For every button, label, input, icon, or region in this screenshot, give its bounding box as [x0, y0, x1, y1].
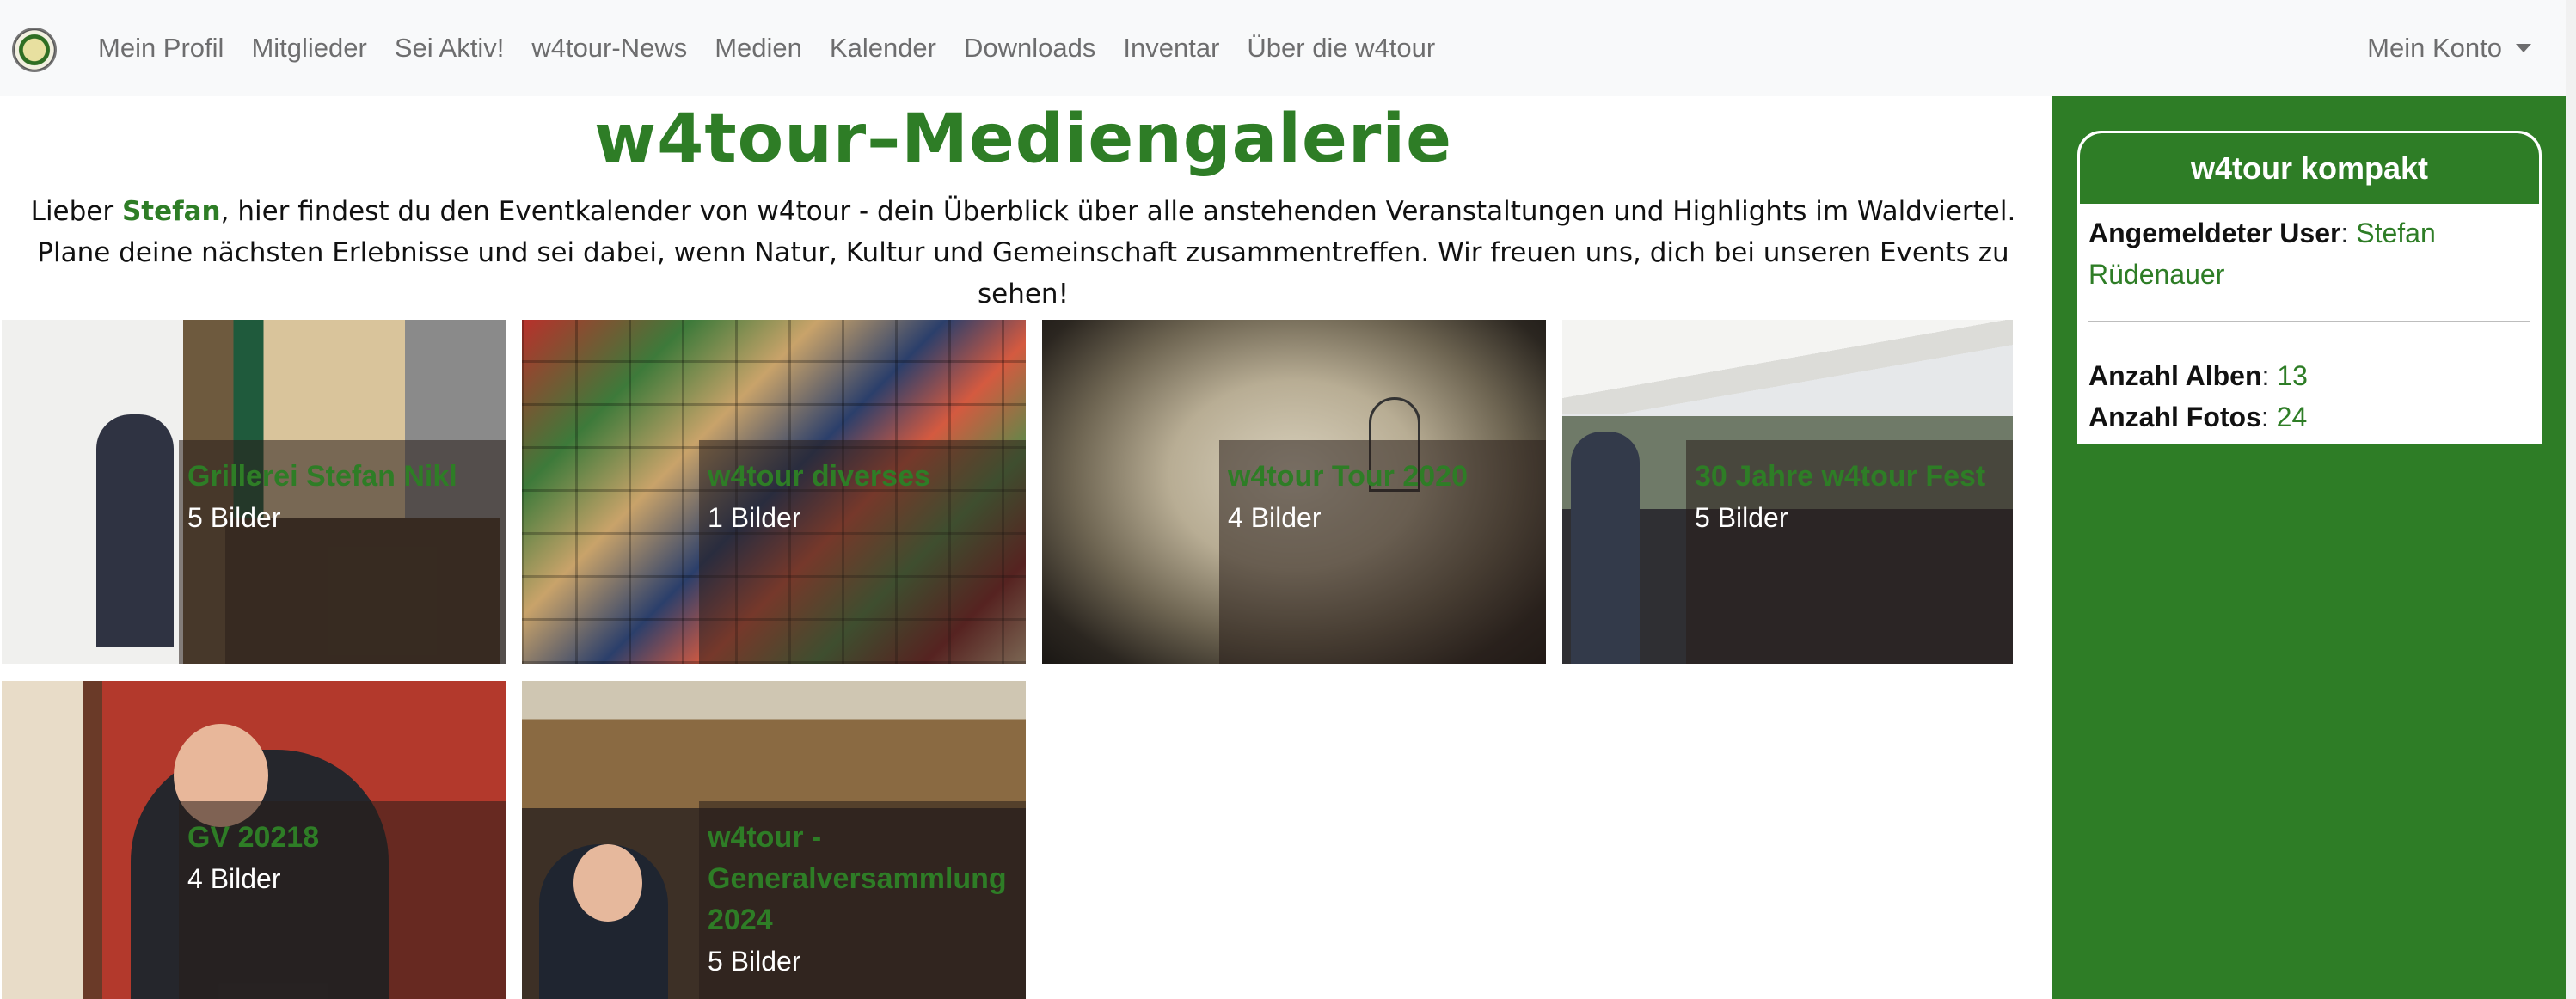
logged-in-user: Angemeldeter User: Stefan Rüdenauer	[2088, 212, 2530, 295]
account-dropdown[interactable]: Mein Konto	[2367, 0, 2531, 96]
user-label: Angemeldeter User	[2088, 218, 2341, 248]
intro-prefix: Lieber	[30, 196, 122, 227]
nav-item-medien[interactable]: Medien	[715, 33, 802, 64]
album-photo-count: 1 Bilder	[708, 502, 801, 533]
photos-value: 24	[2276, 401, 2308, 432]
album-card[interactable]: Grillerei Stefan Nikl 5 Bilder	[2, 320, 506, 664]
album-title[interactable]: GV 20218	[187, 817, 497, 858]
album-title[interactable]: 30 Jahre w4tour Fest	[1695, 456, 2004, 497]
nav-item-inventar[interactable]: Inventar	[1123, 33, 1219, 64]
navbar: Mein Profil Mitglieder Sei Aktiv! w4tour…	[0, 0, 2576, 96]
user-colon: :	[2340, 218, 2357, 248]
nav-item-sei-aktiv[interactable]: Sei Aktiv!	[395, 33, 505, 64]
nav-menu: Mein Profil Mitglieder Sei Aktiv! w4tour…	[98, 0, 1463, 96]
album-card[interactable]: 30 Jahre w4tour Fest 5 Bilder	[1562, 320, 2013, 664]
album-card[interactable]: w4tour Tour 2020 4 Bilder	[1042, 320, 1546, 664]
intro-user-name: Stefan	[121, 196, 221, 227]
page-title: w4tour–Mediengalerie	[594, 101, 1452, 178]
scrollbar[interactable]	[2566, 0, 2576, 999]
albums-value: 13	[2277, 360, 2308, 391]
albums-label: Anzahl Alben	[2088, 360, 2262, 391]
album-caption: 30 Jahre w4tour Fest 5 Bilder	[1686, 440, 2013, 664]
album-title[interactable]: w4tour Tour 2020	[1228, 456, 1537, 497]
summary-card-body: Angemeldeter User: Stefan Rüdenauer Anza…	[2080, 204, 2539, 438]
album-title[interactable]: Grillerei Stefan Nikl	[187, 456, 497, 497]
photos-colon: :	[2260, 401, 2277, 432]
album-caption: Grillerei Stefan Nikl 5 Bilder	[179, 440, 506, 664]
nav-item-mein-profil[interactable]: Mein Profil	[98, 33, 224, 64]
account-label: Mein Konto	[2367, 33, 2502, 63]
album-caption: w4tour diverses 1 Bilder	[699, 440, 1026, 664]
summary-card-header: w4tour kompakt	[2080, 133, 2539, 204]
album-photo-count: 4 Bilder	[187, 863, 281, 894]
albums-colon: :	[2261, 360, 2278, 391]
album-card[interactable]: w4tour diverses 1 Bilder	[522, 320, 1026, 664]
album-card[interactable]: w4tour - Generalversammlung 2024 5 Bilde…	[522, 681, 1026, 999]
photos-label: Anzahl Fotos	[2088, 401, 2261, 432]
nav-item-kalender[interactable]: Kalender	[830, 33, 936, 64]
divider	[2088, 321, 2530, 322]
summary-card: w4tour kompakt Angemeldeter User: Stefan…	[2077, 131, 2542, 444]
intro-text: Lieber Stefan, hier findest du den Event…	[17, 191, 2029, 315]
nav-item-downloads[interactable]: Downloads	[964, 33, 1095, 64]
intro-body: , hier findest du den Eventkalender von …	[37, 196, 2016, 310]
album-title[interactable]: w4tour - Generalversammlung 2024	[708, 817, 1017, 941]
album-caption: w4tour Tour 2020 4 Bilder	[1219, 440, 1546, 664]
album-caption: GV 20218 4 Bilder	[179, 801, 506, 999]
album-card[interactable]: GV 20218 4 Bilder	[2, 681, 506, 999]
album-photo-count: 5 Bilder	[1695, 502, 1788, 533]
photo-count-row: Anzahl Fotos: 24	[2088, 396, 2530, 438]
sidebar: w4tour kompakt Angemeldeter User: Stefan…	[2052, 96, 2566, 999]
album-count-row: Anzahl Alben: 13	[2088, 355, 2530, 396]
nav-item-mitglieder[interactable]: Mitglieder	[251, 33, 366, 64]
album-photo-count: 5 Bilder	[708, 946, 801, 977]
album-caption: w4tour - Generalversammlung 2024 5 Bilde…	[699, 801, 1026, 999]
w4tour-logo-icon[interactable]	[12, 28, 57, 72]
caret-down-icon	[2516, 44, 2531, 52]
album-photo-count: 4 Bilder	[1228, 502, 1322, 533]
album-photo-count: 5 Bilder	[187, 502, 281, 533]
nav-item-news[interactable]: w4tour-News	[531, 33, 687, 64]
nav-item-ueber[interactable]: Über die w4tour	[1247, 33, 1435, 64]
album-title[interactable]: w4tour diverses	[708, 456, 1017, 497]
